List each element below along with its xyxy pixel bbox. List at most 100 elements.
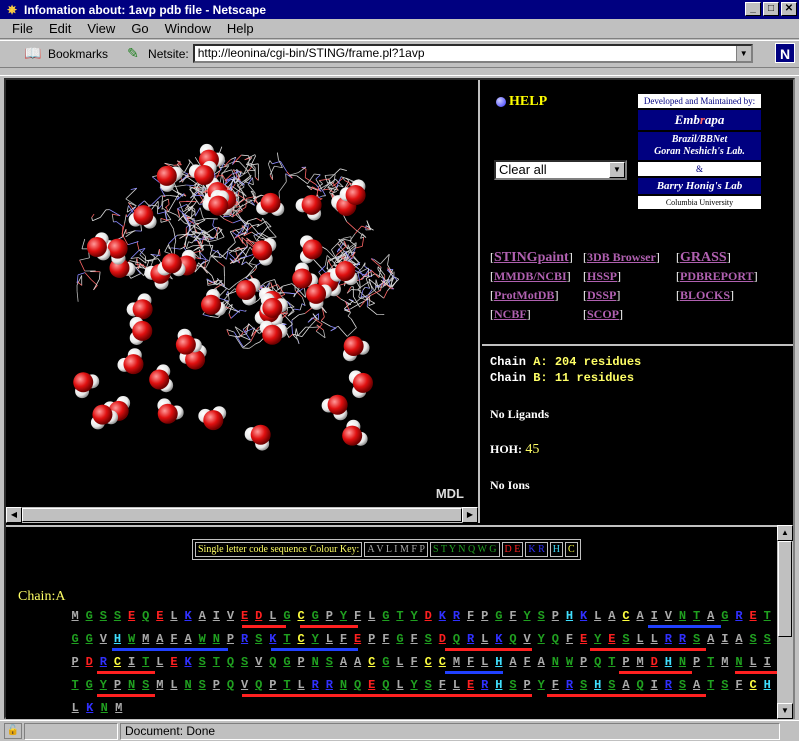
residue[interactable]: S (195, 653, 209, 676)
residue[interactable]: L (365, 607, 379, 630)
bookmarks-icon[interactable]: 📖 (22, 45, 44, 63)
residue[interactable]: F (464, 607, 478, 630)
display-select[interactable]: Clear all ▼ (494, 160, 627, 180)
residue[interactable]: S (421, 630, 435, 653)
vertical-scrollbar[interactable]: ▲ ▼ (777, 525, 793, 719)
link-blocks[interactable]: BLOCKS (680, 288, 730, 302)
residue[interactable]: T (704, 653, 718, 676)
residue[interactable]: T (760, 607, 774, 630)
residue[interactable]: W (562, 653, 576, 676)
vertical-scroll-thumb[interactable] (778, 541, 792, 637)
residue[interactable]: P (478, 607, 492, 630)
residue[interactable]: S (746, 630, 760, 653)
residue[interactable]: A (534, 653, 548, 676)
residue[interactable]: F (379, 630, 393, 653)
residue[interactable]: F (407, 653, 421, 676)
residue[interactable]: E (746, 607, 760, 630)
residue[interactable]: T (209, 653, 223, 676)
menu-go[interactable]: Go (123, 21, 156, 36)
scroll-up-icon[interactable]: ▲ (777, 525, 793, 541)
residue[interactable]: S (252, 630, 266, 653)
link-pdbreport[interactable]: PDBREPORT (680, 269, 754, 283)
residue[interactable]: C (365, 653, 379, 676)
link-stingpaint[interactable]: STINGpaint (494, 250, 569, 265)
residue[interactable]: S (534, 607, 548, 630)
link-dssp[interactable]: DSSP (587, 288, 616, 302)
residue[interactable]: N (548, 653, 562, 676)
residue[interactable]: A (506, 653, 520, 676)
residue[interactable]: Y (520, 607, 534, 630)
residue[interactable]: E (167, 653, 181, 676)
residue[interactable]: G (82, 630, 96, 653)
residue[interactable]: K (181, 607, 195, 630)
residue[interactable]: N (97, 699, 112, 719)
residue[interactable]: V (223, 607, 237, 630)
scroll-thumb[interactable] (22, 508, 462, 522)
residue[interactable]: K (83, 699, 98, 719)
residue[interactable]: P (577, 653, 591, 676)
residue[interactable]: A (336, 653, 350, 676)
residue[interactable]: L (591, 607, 605, 630)
close-button[interactable]: ✕ (781, 2, 797, 16)
menu-edit[interactable]: Edit (41, 21, 79, 36)
link-scop[interactable]: SCOP (587, 307, 619, 321)
residue[interactable]: Q (139, 607, 153, 630)
residue[interactable]: E (577, 630, 591, 653)
residue[interactable]: A (195, 607, 209, 630)
horizontal-scrollbar[interactable]: ◀ ▶ (6, 507, 478, 523)
residue[interactable]: C (746, 676, 760, 699)
residue[interactable]: G (379, 653, 393, 676)
menu-help[interactable]: Help (219, 21, 262, 36)
residue[interactable]: K (181, 653, 195, 676)
residue[interactable]: F (732, 676, 746, 699)
residue[interactable]: P (548, 607, 562, 630)
residue[interactable]: A (732, 630, 746, 653)
residue[interactable]: F (407, 630, 421, 653)
residue[interactable]: G (379, 607, 393, 630)
netscape-logo[interactable]: N (775, 43, 795, 63)
residue[interactable]: D (82, 653, 96, 676)
residue[interactable]: G (82, 676, 96, 699)
residue[interactable]: G (280, 653, 294, 676)
residue[interactable]: K (577, 607, 591, 630)
residue[interactable]: I (718, 630, 732, 653)
residue[interactable]: R (732, 607, 746, 630)
residue[interactable]: I (209, 607, 223, 630)
residue[interactable]: M (112, 699, 127, 719)
residue[interactable]: P (690, 653, 704, 676)
menu-view[interactable]: View (79, 21, 123, 36)
residue[interactable]: P (209, 676, 223, 699)
link-mmdb-ncbi[interactable]: MMDB/NCBI (494, 269, 567, 283)
residue[interactable]: L (393, 653, 407, 676)
residue[interactable]: M (718, 653, 732, 676)
bbnet-link[interactable]: Brazil/BBNet Goran Neshich's Lab. (638, 132, 761, 162)
residue[interactable]: V (96, 630, 110, 653)
residue[interactable]: H (760, 676, 774, 699)
url-input[interactable]: http://leonina/cgi-bin/STING/frame.pl?1a… (192, 44, 753, 63)
molecule-viewer[interactable]: MDL ◀ ▶ (6, 80, 480, 523)
select-arrow-icon[interactable]: ▼ (609, 162, 625, 178)
residue[interactable]: A (605, 607, 619, 630)
url-dropdown-icon[interactable]: ▼ (735, 46, 751, 61)
residue[interactable]: F (562, 630, 576, 653)
embrapa-logo[interactable]: Embrapa (638, 110, 761, 132)
residue[interactable]: P (365, 630, 379, 653)
residue[interactable]: A (351, 653, 365, 676)
honig-lab-link[interactable]: Barry Honig's Lab (638, 178, 761, 196)
residue[interactable]: T (605, 653, 619, 676)
link-ncbf[interactable]: NCBF (494, 307, 527, 321)
residue[interactable]: Q (223, 676, 237, 699)
bookmarks-button[interactable]: Bookmarks (48, 47, 108, 61)
residue[interactable]: R (449, 607, 463, 630)
residue[interactable]: G (82, 607, 96, 630)
menu-file[interactable]: File (4, 21, 41, 36)
scroll-right-icon[interactable]: ▶ (462, 507, 478, 523)
residue[interactable]: N (308, 653, 322, 676)
residue[interactable]: Y (534, 630, 548, 653)
residue[interactable]: S (96, 607, 110, 630)
residue[interactable]: G (393, 630, 407, 653)
residue[interactable]: P (68, 653, 82, 676)
residue[interactable]: Q (223, 653, 237, 676)
residue[interactable]: Q (548, 630, 562, 653)
residue[interactable]: S (195, 676, 209, 699)
